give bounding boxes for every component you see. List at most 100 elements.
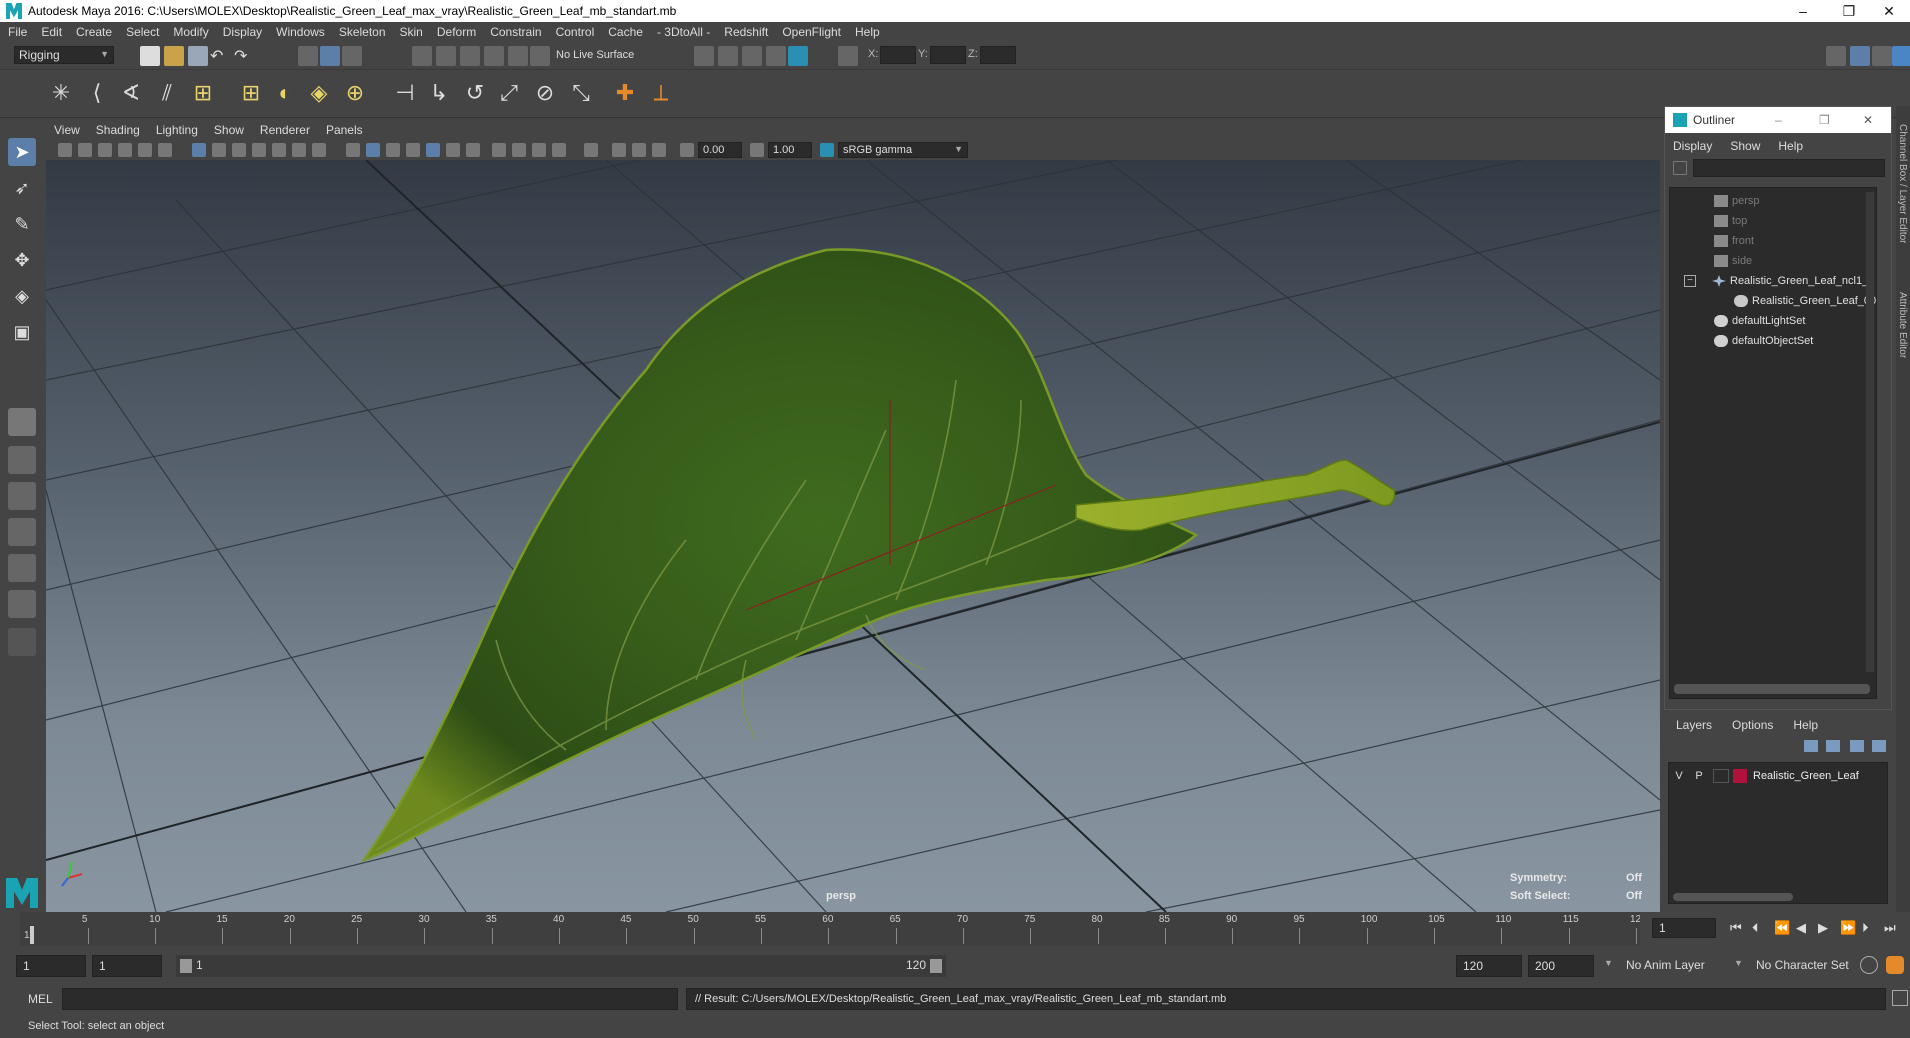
menu-control[interactable]: Control: [556, 25, 595, 39]
open-scene-icon[interactable]: [164, 46, 184, 66]
select-hierarchy-icon[interactable]: [298, 46, 318, 66]
wireframe-on-shaded-icon[interactable]: [386, 143, 400, 157]
motion-blur-icon[interactable]: [512, 143, 526, 157]
outliner-search-input[interactable]: [1693, 159, 1885, 177]
menu-redshift[interactable]: Redshift: [724, 25, 768, 39]
menu-file[interactable]: File: [8, 25, 27, 39]
paint-select-tool-icon[interactable]: ✎: [8, 210, 36, 238]
outliner-item-top[interactable]: top: [1714, 212, 1747, 230]
gamma-icon[interactable]: [750, 143, 764, 157]
outliner-restore-button[interactable]: ❐: [1819, 113, 1830, 127]
parent-constraint-icon[interactable]: ⊘: [530, 78, 560, 108]
rotate-tool-icon[interactable]: ◈: [8, 282, 36, 310]
outliner-item-side[interactable]: side: [1714, 252, 1752, 270]
live-surface-label[interactable]: No Live Surface: [556, 49, 634, 61]
go-to-start-icon[interactable]: ⏮: [1730, 920, 1742, 936]
outliner-menu-help[interactable]: Help: [1778, 139, 1803, 153]
outliner-close-button[interactable]: ✕: [1863, 113, 1873, 127]
close-button[interactable]: ✕: [1866, 0, 1910, 22]
new-scene-icon[interactable]: [140, 46, 160, 66]
ipr-render-icon[interactable]: [742, 46, 762, 66]
outliner-menu-show[interactable]: Show: [1730, 139, 1760, 153]
character-set-dropdown[interactable]: No Character Set: [1756, 958, 1849, 972]
range-slider[interactable]: 1 120: [176, 955, 946, 977]
new-empty-layer-icon[interactable]: [1850, 740, 1864, 752]
grid-toggle-icon[interactable]: [192, 143, 206, 157]
2d-pan-zoom-icon[interactable]: [138, 143, 152, 157]
lasso-tool-icon[interactable]: ➶: [8, 174, 36, 202]
menu-display[interactable]: Display: [223, 25, 262, 39]
animation-preferences-icon[interactable]: [1886, 956, 1904, 974]
panel-menu-shading[interactable]: Shading: [96, 123, 140, 137]
aim-constraint-icon[interactable]: ↳: [424, 78, 454, 108]
xray-active-icon[interactable]: [632, 143, 646, 157]
panel-menu-view[interactable]: View: [54, 123, 80, 137]
panel-menu-panels[interactable]: Panels: [326, 123, 363, 137]
step-forward-frame-icon[interactable]: ⏩: [1840, 920, 1856, 936]
go-to-end-icon[interactable]: ⏭: [1884, 920, 1896, 936]
play-forwards-icon[interactable]: ▶: [1818, 920, 1828, 936]
script-editor-icon[interactable]: [1892, 990, 1908, 1006]
modeling-toolkit-icon[interactable]: [1826, 46, 1846, 66]
backface-culling-icon[interactable]: [652, 143, 666, 157]
gamma-field[interactable]: 1.00: [768, 142, 812, 158]
field-chart-icon[interactable]: [272, 143, 286, 157]
layer-display-type[interactable]: [1713, 769, 1729, 783]
sculpt-deformer-icon[interactable]: ⊕: [340, 78, 370, 108]
textured-icon[interactable]: [426, 143, 440, 157]
safe-title-icon[interactable]: [312, 143, 326, 157]
screen-space-ao-icon[interactable]: [492, 143, 506, 157]
filter-icon[interactable]: [1673, 161, 1687, 175]
layer-row[interactable]: V P Realistic_Green_Leaf: [1669, 767, 1887, 785]
select-object-icon[interactable]: [320, 46, 340, 66]
menu-skin[interactable]: Skin: [400, 25, 423, 39]
menu-modify[interactable]: Modify: [173, 25, 208, 39]
snap-surface-icon[interactable]: [508, 46, 528, 66]
safe-action-icon[interactable]: [292, 143, 306, 157]
chevron-down-icon[interactable]: ▼: [1604, 958, 1613, 968]
shadows-icon[interactable]: [466, 143, 480, 157]
render-settings-icon[interactable]: [766, 46, 786, 66]
chevron-down-icon[interactable]: ▼: [1734, 958, 1743, 968]
persp-outliner-layout-icon[interactable]: [8, 482, 36, 510]
auto-key-icon[interactable]: [1860, 956, 1878, 974]
insert-joint-icon[interactable]: ⟨: [82, 78, 112, 108]
outliner-item-persp[interactable]: persp: [1714, 192, 1760, 210]
layer-visibility-toggle[interactable]: V: [1669, 770, 1689, 782]
point-constraint-icon[interactable]: ⊣: [390, 78, 420, 108]
render-frame-icon[interactable]: [718, 46, 738, 66]
menu-create[interactable]: Create: [76, 25, 112, 39]
menu-edit[interactable]: Edit: [41, 25, 62, 39]
colorspace-dropdown[interactable]: sRGB gamma ▼: [838, 142, 968, 158]
resolution-gate-icon[interactable]: [232, 143, 246, 157]
step-back-frame-icon[interactable]: ⏪: [1774, 920, 1790, 936]
transform-mode-icon[interactable]: [838, 46, 858, 66]
outliner-menu-display[interactable]: Display: [1673, 139, 1712, 153]
undo-icon[interactable]: ↶: [210, 46, 230, 66]
current-time-marker[interactable]: [30, 926, 34, 944]
perspective-viewport[interactable]: persp Symmetry: Off Soft Select: Off: [46, 160, 1660, 912]
bookmark-icon[interactable]: [98, 143, 112, 157]
y-coordinate-field[interactable]: [930, 46, 966, 64]
move-tool-icon[interactable]: ✥: [8, 246, 36, 274]
select-component-icon[interactable]: [342, 46, 362, 66]
menu-deform[interactable]: Deform: [437, 25, 476, 39]
outliner-item-front[interactable]: front: [1714, 232, 1754, 250]
menu-3dtoall[interactable]: - 3DtoAll -: [657, 25, 710, 39]
scale-tool-icon[interactable]: ▣: [8, 318, 36, 346]
anti-aliasing-icon[interactable]: [532, 143, 546, 157]
tool-settings-icon[interactable]: [1872, 46, 1892, 66]
pole-vector-icon[interactable]: ⤡: [566, 78, 596, 108]
layers-menu-help[interactable]: Help: [1793, 718, 1818, 732]
outliner-horizontal-scrollbar[interactable]: [1674, 684, 1870, 694]
scale-constraint-icon[interactable]: ⤢: [494, 78, 524, 108]
persp-graph-layout-icon[interactable]: [8, 518, 36, 546]
move-layer-up-icon[interactable]: [1804, 740, 1818, 752]
channel-box-toggle-icon[interactable]: [1892, 46, 1910, 66]
camera-attributes-icon[interactable]: [78, 143, 92, 157]
exposure-field[interactable]: 0.00: [698, 142, 742, 158]
color-management-icon[interactable]: [820, 143, 834, 157]
snap-curve-icon[interactable]: [436, 46, 456, 66]
outliner-item-default-object-set[interactable]: defaultObjectSet: [1714, 332, 1813, 350]
graph-hypershade-layout-icon[interactable]: [8, 590, 36, 618]
